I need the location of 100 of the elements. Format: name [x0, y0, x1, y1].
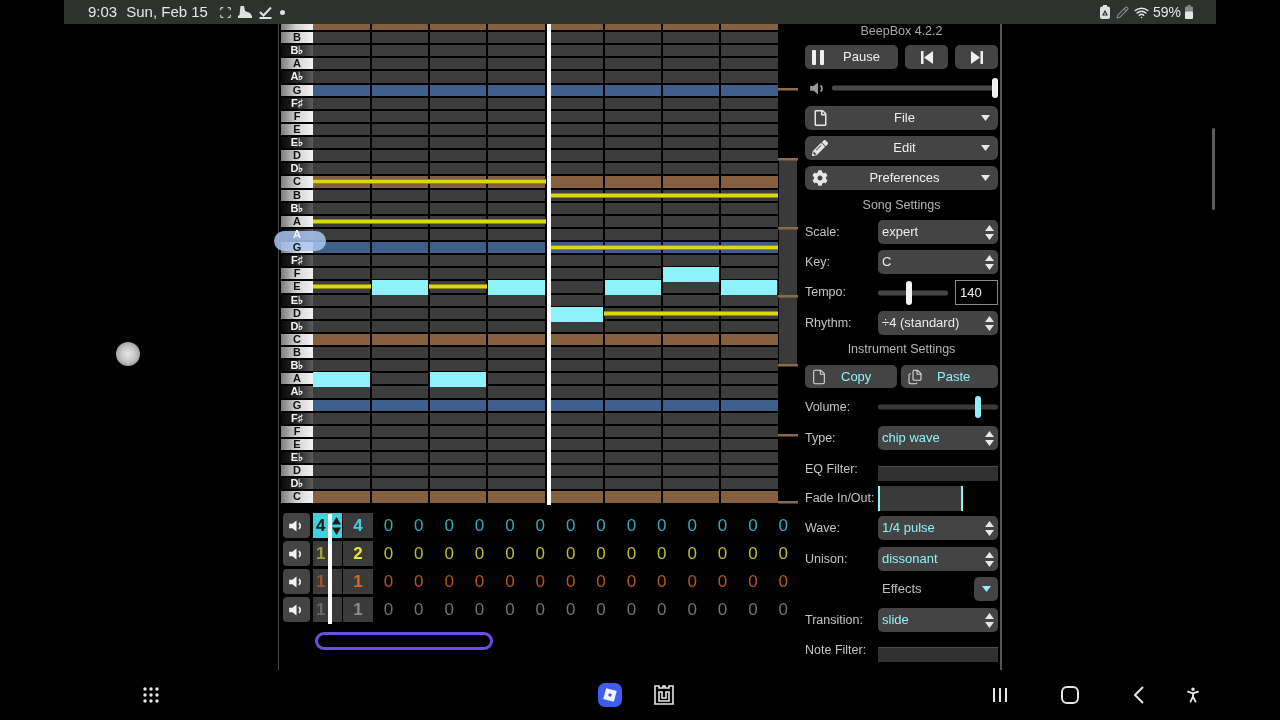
piano-key[interactable]: A	[281, 373, 313, 385]
floating-button[interactable]	[116, 342, 140, 366]
pattern-cell[interactable]: 0	[556, 597, 586, 622]
recents-icon[interactable]	[991, 687, 1009, 703]
pattern-cell[interactable]: 0	[677, 597, 707, 622]
pattern-cell[interactable]: 0	[616, 597, 647, 622]
apps-grid-icon[interactable]	[143, 687, 159, 703]
pattern-cell[interactable]: 0	[738, 569, 768, 594]
pattern-cell[interactable]: 0	[495, 597, 525, 622]
dropdown-select[interactable]: ÷4 (standard)	[878, 311, 998, 335]
dropdown-select[interactable]: C	[878, 250, 998, 274]
dropdown-select[interactable]: 1/4 pulse	[878, 516, 998, 540]
pattern-cell[interactable]: 0	[647, 569, 677, 594]
piano-key[interactable]: E	[281, 123, 313, 135]
piano-key[interactable]: E♭	[281, 452, 313, 464]
paste-button[interactable]: Paste	[901, 365, 998, 388]
pattern-cell[interactable]: 0	[707, 569, 738, 594]
piano-key[interactable]: B♭	[281, 45, 313, 57]
piano-key[interactable]: C	[281, 333, 313, 345]
pattern-cell[interactable]: 0	[616, 513, 647, 538]
pattern-cell[interactable]: 0	[404, 541, 434, 566]
pattern-cell[interactable]: 0	[556, 541, 586, 566]
piano-key[interactable]: F	[281, 268, 313, 280]
pattern-cell[interactable]: 0	[616, 569, 647, 594]
note-block[interactable]	[604, 280, 661, 296]
pattern-cell[interactable]: 0	[647, 597, 677, 622]
pattern-cell[interactable]: 0	[647, 541, 677, 566]
piano-key[interactable]: E	[281, 438, 313, 450]
pattern-cell[interactable]: 0	[677, 569, 707, 594]
pattern-cell[interactable]: 0	[464, 597, 495, 622]
piano-key[interactable]: F♯	[281, 412, 313, 424]
pattern-cell[interactable]: 0	[707, 513, 738, 538]
piano-key[interactable]: C	[281, 176, 313, 188]
pattern-cell[interactable]: 0	[525, 541, 555, 566]
piano-key[interactable]: A♭	[281, 71, 313, 83]
mute-button[interactable]	[283, 569, 310, 594]
piano-key[interactable]: G	[281, 84, 313, 96]
slider-track[interactable]	[878, 396, 998, 418]
piano-key[interactable]: D♭	[281, 163, 313, 175]
pattern-cell[interactable]: 0	[495, 541, 525, 566]
mute-button[interactable]	[283, 597, 310, 622]
dropdown-select[interactable]: chip wave	[878, 426, 998, 450]
piano-key[interactable]: D♭	[281, 320, 313, 332]
pattern-cell[interactable]: 2	[343, 541, 373, 566]
home-icon[interactable]	[1061, 686, 1079, 704]
file-menu-button[interactable]: File	[805, 106, 998, 130]
back-icon[interactable]	[1133, 686, 1145, 704]
pattern-cell[interactable]: 0	[738, 597, 768, 622]
piano-key[interactable]: F	[281, 110, 313, 122]
preferences-menu-button[interactable]: Preferences	[805, 166, 998, 190]
pattern-cell[interactable]: 0	[647, 513, 677, 538]
pattern-cell[interactable]: 0	[434, 513, 464, 538]
pattern-cell[interactable]: 0	[586, 513, 616, 538]
fade-envelope-editor[interactable]	[878, 486, 963, 511]
piano-key[interactable]: D	[281, 465, 313, 477]
slider-thumb[interactable]	[905, 280, 912, 305]
pattern-cell[interactable]: 0	[373, 513, 404, 538]
piano-key[interactable]: B	[281, 347, 313, 359]
pattern-cell[interactable]: 0	[556, 569, 586, 594]
piano-key[interactable]: B	[281, 189, 313, 201]
previous-button[interactable]	[905, 45, 948, 69]
pattern-cell[interactable]: 0	[464, 569, 495, 594]
pattern-cell[interactable]: 0	[768, 597, 798, 622]
pattern-cell[interactable]: 0	[707, 541, 738, 566]
piano-key[interactable]: G	[281, 399, 313, 411]
piano-key[interactable]: E♭	[281, 294, 313, 306]
pattern-cell[interactable]: 0	[373, 597, 404, 622]
pattern-cell[interactable]: 0	[495, 569, 525, 594]
piano-key[interactable]: B♭	[281, 202, 313, 214]
piano-key[interactable]: E	[281, 281, 313, 293]
slider-thumb[interactable]	[974, 396, 981, 418]
pattern-cell[interactable]: 0	[434, 569, 464, 594]
pattern-cell[interactable]: 0	[404, 513, 434, 538]
note-block[interactable]	[662, 267, 719, 283]
slider-track[interactable]	[832, 78, 998, 98]
piano-key[interactable]: A	[281, 215, 313, 227]
piano-key[interactable]: F♯	[281, 97, 313, 109]
pattern-cell[interactable]: 4	[343, 513, 373, 538]
effects-dropdown-button[interactable]	[974, 577, 998, 601]
pattern-cell[interactable]: 0	[616, 541, 647, 566]
pattern-cell[interactable]: 0	[677, 541, 707, 566]
pause-button[interactable]: Pause	[805, 45, 898, 69]
piano-key[interactable]: A	[281, 58, 313, 70]
note-block[interactable]	[550, 306, 603, 322]
pattern-cell[interactable]: 0	[738, 541, 768, 566]
piano-key[interactable]: D	[281, 150, 313, 162]
piano-key[interactable]: E♭	[281, 137, 313, 149]
piano-key[interactable]: A♭	[281, 386, 313, 398]
pattern-cell[interactable]: 0	[373, 541, 404, 566]
piano-key[interactable]: F	[281, 425, 313, 437]
piano-key[interactable]: B	[281, 32, 313, 44]
pattern-cell[interactable]: 0	[586, 597, 616, 622]
pattern-cell[interactable]: 0	[586, 569, 616, 594]
copy-button[interactable]: Copy	[805, 365, 897, 388]
piano-key[interactable]	[281, 24, 313, 30]
pattern-cell[interactable]: 0	[464, 541, 495, 566]
note-block[interactable]	[488, 280, 545, 296]
loop-bar[interactable]	[315, 632, 493, 650]
piano-key[interactable]: D	[281, 307, 313, 319]
note-block[interactable]	[720, 280, 777, 296]
